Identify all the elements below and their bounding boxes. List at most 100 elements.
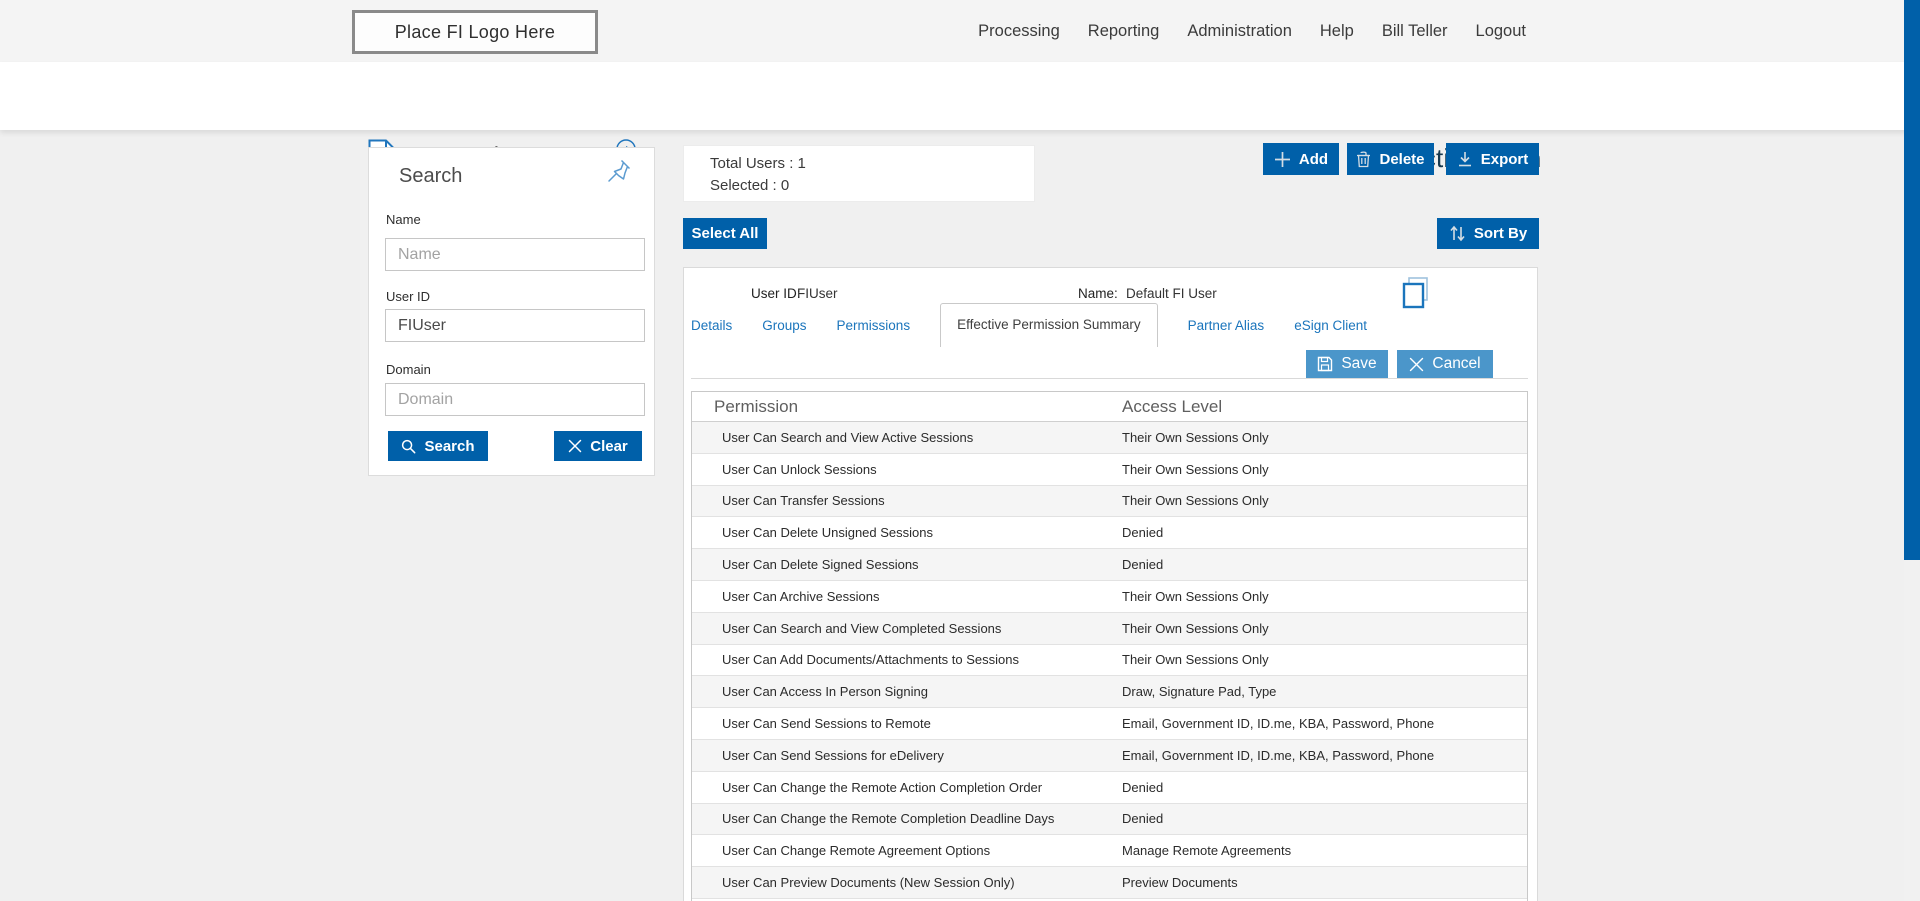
user-card-tabs: Details Groups Permissions Effective Permis… [691, 303, 1367, 347]
permission-cell: User Can Transfer Sessions [722, 493, 885, 509]
cancel-button-label: Cancel [1432, 355, 1481, 372]
access-level-cell: Manage Remote Agreements [1122, 843, 1292, 859]
table-row: User Can Preview Documents (New Session … [692, 867, 1527, 899]
save-button[interactable]: Save [1306, 350, 1388, 378]
delete-button[interactable]: Delete [1347, 143, 1434, 175]
permissions-table-header: Permission Access Level [692, 392, 1527, 422]
tab-details[interactable]: Details [691, 318, 732, 333]
access-level-cell: Email, Government ID, ID.me, KBA, Passwo… [1122, 747, 1435, 763]
vertical-scrollbar-thumb[interactable] [1904, 0, 1920, 560]
permissions-table-body: User Can Search and View Active Sessions… [692, 422, 1527, 899]
page-header: User Maintenance i Kinective Sign [0, 62, 1920, 173]
nav-help[interactable]: Help [1320, 22, 1354, 41]
cancel-x-icon [1410, 357, 1424, 371]
permissions-table: Permission Access Level User Can Search … [691, 391, 1528, 901]
name-row-value: Default FI User [1126, 286, 1217, 301]
nav-reporting[interactable]: Reporting [1088, 22, 1160, 41]
delete-button-label: Delete [1379, 150, 1425, 168]
access-level-cell: Their Own Sessions Only [1122, 652, 1269, 668]
table-row: User Can Change the Remote Action Comple… [692, 771, 1527, 804]
user-detail-card: User ID: FIUser Name: Default FI User De… [683, 267, 1538, 901]
permission-cell: User Can Delete Signed Sessions [722, 557, 919, 573]
fi-logo-placeholder: Place FI Logo Here [352, 10, 598, 54]
save-cancel-group: Save Cancel [1306, 350, 1493, 378]
table-row: User Can Send Sessions for eDelivery Emai… [692, 739, 1527, 772]
add-button[interactable]: Add [1263, 143, 1339, 175]
export-button-label: Export [1480, 150, 1529, 168]
clear-button-label: Clear [590, 437, 628, 455]
access-level-cell: Their Own Sessions Only [1122, 429, 1269, 445]
selected-line: Selected : 0 [710, 175, 1034, 197]
copy-icon[interactable] [1400, 276, 1432, 310]
tab-permissions[interactable]: Permissions [837, 318, 911, 333]
search-panel-title: Search [399, 165, 463, 187]
table-row: User Can Access In Person Signing Draw, S… [692, 676, 1527, 709]
top-navigation: Processing Reporting Administration Help Bil… [978, 0, 1526, 62]
tab-groups[interactable]: Groups [762, 318, 806, 333]
search-icon [402, 439, 416, 453]
permission-cell: User Can Unlock Sessions [722, 461, 877, 477]
nav-administration[interactable]: Administration [1187, 22, 1292, 41]
access-level-cell: Their Own Sessions Only [1122, 493, 1269, 509]
select-all-label: Select All [691, 225, 759, 242]
selected-label: Selected : [710, 177, 777, 194]
nav-bill-teller[interactable]: Bill Teller [1382, 22, 1448, 41]
search-domain-input[interactable] [385, 383, 645, 416]
permission-cell: User Can Search and View Active Sessions [722, 429, 974, 445]
tab-partner-alias[interactable]: Partner Alias [1188, 318, 1265, 333]
permission-cell: User Can Delete Unsigned Sessions [722, 525, 933, 541]
selected-value: 0 [780, 177, 790, 194]
tab-esign-client[interactable]: eSign Client [1294, 318, 1367, 333]
top-bar: Place FI Logo Here Processing Reporting Ad… [0, 0, 1920, 62]
select-all-button[interactable]: Select All [683, 218, 767, 249]
sort-by-label: Sort By [1473, 225, 1528, 242]
permission-cell: User Can Archive Sessions [722, 588, 880, 604]
total-users-value: 1 [797, 155, 806, 172]
access-level-cell: Draw, Signature Pad, Type [1122, 684, 1277, 700]
vertical-scrollbar-track[interactable] [1904, 0, 1920, 901]
nav-processing[interactable]: Processing [978, 22, 1060, 41]
table-row: User Can Search and View Completed Sessi… [692, 612, 1527, 645]
clear-button[interactable]: Clear [554, 431, 642, 461]
search-button[interactable]: Search [388, 431, 488, 461]
permission-cell: User Can Send Sessions for eDelivery [722, 747, 944, 763]
column-permission: Permission [714, 397, 799, 416]
sort-by-button[interactable]: Sort By [1437, 218, 1539, 249]
table-row: User Can Search and View Active Sessions… [692, 422, 1527, 454]
table-row: User Can Delete Unsigned Sessions Denied [692, 517, 1527, 550]
save-floppy-icon [1318, 356, 1333, 372]
total-users-line: Total Users : 1 [710, 153, 1034, 175]
save-button-label: Save [1341, 355, 1377, 372]
name-row-label: Name: [1078, 286, 1118, 301]
clear-x-icon [568, 439, 582, 453]
permission-cell: User Can Access In Person Signing [722, 684, 928, 700]
column-access-level: Access Level [1122, 397, 1223, 416]
permission-cell: User Can Change the Remote Action Comple… [722, 779, 1043, 795]
search-userid-input[interactable] [385, 309, 645, 342]
permission-cell: User Can Preview Documents (New Session … [722, 875, 1015, 891]
table-row: User Can Add Documents/Attachments to Se… [692, 644, 1527, 677]
plus-icon [1274, 151, 1290, 167]
permission-cell: User Can Search and View Completed Sessi… [722, 620, 1002, 636]
name-label: Name [386, 212, 421, 227]
access-level-cell: Their Own Sessions Only [1122, 461, 1269, 477]
trash-icon [1357, 150, 1371, 167]
tab-effective-permission-summary[interactable]: Effective Permission Summary [940, 303, 1158, 347]
permission-cell: User Can Add Documents/Attachments to Se… [722, 652, 1019, 668]
access-level-cell: Denied [1122, 779, 1164, 795]
table-row: User Can Unlock Sessions Their Own Sessio… [692, 453, 1527, 486]
nav-logout[interactable]: Logout [1476, 22, 1526, 41]
table-row: User Can Transfer Sessions Their Own Sess… [692, 485, 1527, 518]
cancel-button[interactable]: Cancel [1397, 350, 1493, 378]
search-name-input[interactable] [385, 238, 645, 271]
access-level-cell: Preview Documents [1122, 875, 1238, 891]
access-level-cell: Their Own Sessions Only [1122, 588, 1269, 604]
userid-row-label: User ID: [751, 286, 801, 301]
export-button[interactable]: Export [1446, 143, 1539, 175]
access-level-cell: Denied [1122, 525, 1164, 541]
pin-icon[interactable] [606, 158, 632, 184]
access-level-cell: Their Own Sessions Only [1122, 620, 1269, 636]
table-row: User Can Change Remote Agreement Options… [692, 835, 1527, 868]
table-row: User Can Change the Remote Completion De… [692, 803, 1527, 836]
table-row: User Can Delete Signed Sessions Denied [692, 549, 1527, 581]
